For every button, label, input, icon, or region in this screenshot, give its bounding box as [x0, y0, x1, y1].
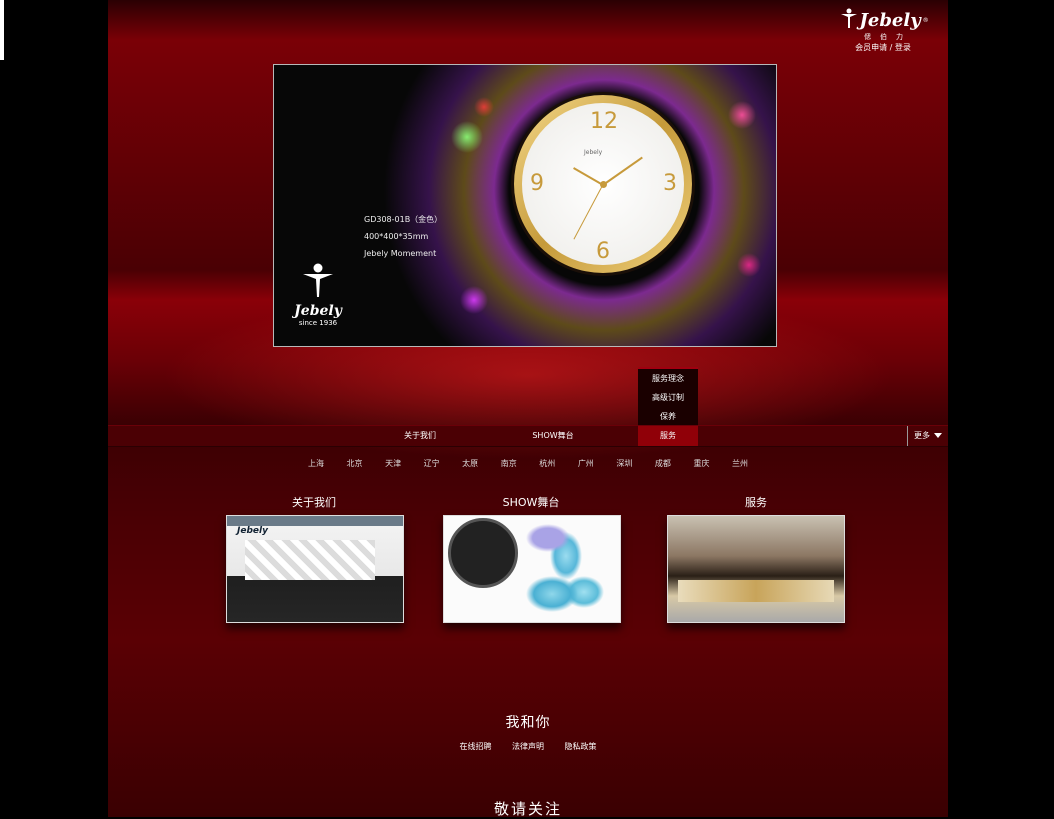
- clock-number-9: 9: [530, 171, 544, 196]
- city-link[interactable]: 杭州: [539, 458, 555, 469]
- section-title-about[interactable]: 关于我们: [224, 494, 404, 510]
- city-link[interactable]: 广州: [578, 458, 594, 469]
- city-link[interactable]: 成都: [655, 458, 671, 469]
- clock-hour-hand: [573, 167, 604, 186]
- city-link[interactable]: 深圳: [616, 458, 632, 469]
- more-label: 更多: [914, 431, 930, 440]
- nav-item-about[interactable]: 关于我们: [390, 426, 450, 446]
- clock-number-12: 12: [590, 109, 618, 134]
- footer-links: 在线招聘 法律声明 隐私政策: [108, 741, 948, 752]
- member-links: 会员申请 / 登录: [838, 42, 928, 53]
- banner-figure-icon: [288, 263, 348, 301]
- clock-image: 12 3 6 9 Jebely: [514, 95, 692, 273]
- city-link[interactable]: 北京: [347, 458, 363, 469]
- city-link[interactable]: 太原: [462, 458, 478, 469]
- section-title-show[interactable]: SHOW舞台: [441, 494, 621, 510]
- banner-logo-since: since 1936: [298, 319, 338, 327]
- logo-wordmark: Jebely: [859, 9, 921, 31]
- show-thumbnail[interactable]: [443, 515, 621, 623]
- logo-chinese-name: 偲伯力: [864, 33, 912, 41]
- service-thumbnail[interactable]: [667, 515, 845, 623]
- product-size: 400*400*35mm: [364, 232, 429, 241]
- store-wall-pattern: [245, 540, 375, 580]
- clock-number-6: 6: [596, 239, 610, 264]
- logo-registered-mark: ®: [922, 16, 929, 24]
- nav-item-show[interactable]: SHOW舞台: [518, 426, 588, 446]
- city-link[interactable]: 辽宁: [424, 458, 440, 469]
- clock-center: [600, 181, 607, 188]
- about-thumbnail[interactable]: Jebely: [226, 515, 404, 623]
- person-figure-icon: [841, 8, 858, 32]
- clock-number-3: 3: [663, 171, 677, 196]
- city-link[interactable]: 兰州: [732, 458, 748, 469]
- dropdown-item-maintenance[interactable]: 保养: [638, 407, 698, 426]
- member-separator: /: [887, 43, 895, 52]
- product-line: Jebely Momement: [364, 249, 437, 258]
- thumbnail-flower-image: [514, 520, 604, 616]
- banner-logo-word: Jebely: [294, 303, 342, 319]
- login-link[interactable]: 登录: [895, 43, 911, 52]
- footer-heading: 我和你: [505, 715, 551, 731]
- city-list: 上海 北京 天津 辽宁 太原 南京 杭州 广州 深圳 成都 重庆 兰州: [108, 458, 948, 469]
- city-link[interactable]: 天津: [385, 458, 401, 469]
- clock-minute-hand: [602, 156, 643, 186]
- hero-banner[interactable]: 12 3 6 9 Jebely GD308-01B（金色） 400*400*35…: [273, 64, 777, 347]
- footer-link-privacy[interactable]: 隐私政策: [565, 741, 597, 752]
- section-title-service[interactable]: 服务: [666, 494, 846, 510]
- thumbnail-clock-image: [448, 518, 518, 588]
- nav-item-service[interactable]: 服务: [638, 426, 698, 446]
- logo-mark: Jebely ®: [840, 8, 930, 32]
- dropdown-item-custom[interactable]: 高级订制: [638, 388, 698, 407]
- clock-face: 12 3 6 9 Jebely: [522, 103, 684, 265]
- clock-second-hand: [573, 184, 604, 240]
- follow-heading: 敬请关注: [493, 800, 562, 818]
- banner-logo: Jebely since 1936: [288, 263, 348, 327]
- footer-link-jobs[interactable]: 在线招聘: [459, 741, 491, 752]
- caret-down-icon: [934, 433, 942, 438]
- product-model: GD308-01B（金色）: [364, 215, 443, 224]
- thumbnail-store-sign: Jebely: [237, 526, 268, 536]
- product-info: GD308-01B（金色） 400*400*35mm Jebely Momeme…: [364, 211, 442, 262]
- footer-link-legal[interactable]: 法律声明: [512, 741, 544, 752]
- member-register-link[interactable]: 会员申请: [855, 43, 887, 52]
- service-dropdown: 服务理念 高级订制 保养: [638, 367, 698, 426]
- clock-brand: Jebely: [584, 149, 603, 156]
- main-nav: 关于我们 SHOW舞台 服务 更多: [108, 425, 948, 447]
- page-container: Jebely ® 偲伯力 会员申请 / 登录 12 3 6 9 Jebely G…: [108, 0, 948, 818]
- thumbnail-sofa-image: [678, 580, 834, 602]
- city-link[interactable]: 南京: [501, 458, 517, 469]
- more-button[interactable]: 更多: [907, 426, 948, 446]
- dropdown-item-service-concept[interactable]: 服务理念: [638, 369, 698, 388]
- top-left-strip: [0, 0, 4, 60]
- brand-logo[interactable]: Jebely ® 偲伯力: [840, 8, 930, 42]
- city-link[interactable]: 上海: [308, 458, 324, 469]
- city-link[interactable]: 重庆: [693, 458, 709, 469]
